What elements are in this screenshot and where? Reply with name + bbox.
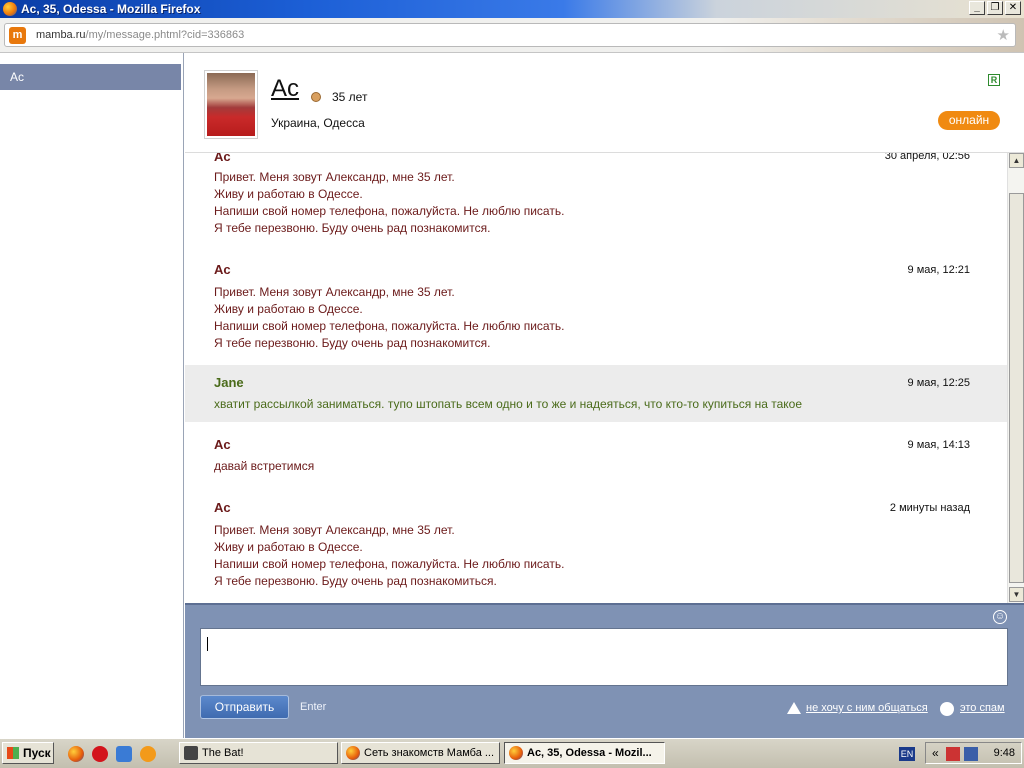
bookmark-star-icon[interactable]: ★ (997, 26, 1010, 44)
scroll-up-icon[interactable]: ▲ (1009, 153, 1024, 168)
firefox-icon (346, 746, 360, 760)
report-spam-link[interactable]: это спам (960, 702, 1005, 714)
url-path: /my/message.phtml?cid=336863 (85, 29, 245, 41)
contacts-sidebar: Ac (0, 53, 184, 738)
firefox-icon (3, 2, 17, 16)
message-item: Ac 2 минуты назад Привет. Меня зовут Але… (185, 495, 1007, 601)
scroll-thumb[interactable] (1009, 193, 1024, 583)
minimize-button[interactable]: _ (969, 1, 985, 15)
send-button[interactable]: Отправить (200, 695, 289, 719)
task-label: Ac, 35, Odessa - Mozil... (527, 747, 652, 759)
warning-icon (787, 702, 801, 714)
message-author: Ac (214, 500, 231, 515)
restore-button[interactable]: ❐ (987, 1, 1003, 15)
message-author: Ac (214, 262, 231, 277)
clock: 9:48 (993, 747, 1015, 759)
profile-location: Украина, Одесса (271, 116, 365, 130)
block-user-link[interactable]: не хочу с ним общаться (806, 702, 928, 714)
system-tray: « 9:48 (925, 742, 1022, 764)
enter-hint: Enter (300, 701, 327, 713)
message-list: Ac 30 апреля, 02:56 Привет. Меня зовут А… (185, 153, 1007, 603)
message-item: Jane 9 мая, 12:25 хватит рассылкой заним… (185, 365, 1007, 422)
task-mamba[interactable]: Сеть знакомств Мамба ... (341, 742, 500, 764)
tray-expand-icon[interactable]: « (932, 746, 939, 760)
network-tray-icon[interactable] (964, 747, 978, 761)
real-photo-badge: R (988, 74, 1000, 86)
message-text: хватит рассылкой заниматься. тупо штопат… (214, 397, 803, 411)
message-author: Ac (214, 153, 231, 164)
windows-logo-icon (7, 747, 19, 759)
message-author: Ac (214, 437, 231, 452)
scroll-down-icon[interactable]: ▼ (1009, 587, 1024, 602)
message-composer: ☺ Отправить Enter не хочу с ним общаться… (185, 603, 1024, 738)
message-item: Ac 9 мая, 12:21 Привет. Меня зовут Алекс… (185, 257, 1007, 363)
profile-age: 35 лет (332, 90, 368, 104)
opera-quicklaunch-icon[interactable] (92, 746, 108, 762)
zodiac-icon (311, 92, 321, 102)
window-controls: _ ❐ ✕ (969, 1, 1021, 15)
message-text: давай встретимся (214, 459, 315, 473)
task-firefox-active[interactable]: Ac, 35, Odessa - Mozil... (504, 742, 665, 764)
task-the-bat[interactable]: The Bat! (179, 742, 338, 764)
site-favicon-icon: m (9, 26, 26, 44)
taskbar: Пуск The Bat! Сеть знакомств Мамба ... A… (0, 738, 1024, 768)
message-scrollbar[interactable]: ▲ ▼ (1007, 153, 1024, 603)
language-indicator[interactable]: EN (899, 747, 915, 761)
message-time: 9 мая, 12:21 (907, 264, 970, 276)
online-status-badge: онлайн (938, 111, 1000, 130)
smiley-icon[interactable]: ☺ (993, 610, 1007, 624)
profile-name-link[interactable]: Ac (271, 75, 299, 103)
app-quicklaunch-icon[interactable] (140, 746, 156, 762)
message-item: Ac 9 мая, 14:13 давай встретимся (185, 432, 1007, 482)
window-titlebar: Ac, 35, Odessa - Mozilla Firefox _ ❐ ✕ (0, 0, 1024, 18)
message-time: 9 мая, 12:25 (907, 377, 970, 389)
address-bar: m mamba.ru/my/message.phtml?cid=336863 ★ (0, 18, 1024, 53)
security-tray-icon[interactable] (946, 747, 960, 761)
message-time: 9 мая, 14:13 (907, 439, 970, 451)
message-item: Ac 30 апреля, 02:56 Привет. Меня зовут А… (185, 153, 1007, 247)
close-button[interactable]: ✕ (1005, 1, 1021, 15)
start-button[interactable]: Пуск (2, 742, 54, 764)
profile-header: Ac 35 лет Украина, Одесса R онлайн (185, 53, 1024, 153)
sidebar-item-ac[interactable]: Ac (0, 64, 181, 90)
task-label: Сеть знакомств Мамба ... (364, 747, 495, 759)
url-host: mamba.ru (36, 29, 86, 41)
text-caret (207, 637, 208, 651)
firefox-icon (509, 746, 523, 760)
message-text: Привет. Меня зовут Александр, мне 35 лет… (214, 523, 565, 588)
bat-icon (184, 746, 198, 760)
message-time: 30 апреля, 02:56 (884, 153, 970, 162)
avatar[interactable] (205, 71, 257, 138)
message-text: Привет. Меня зовут Александр, мне 35 лет… (214, 285, 565, 350)
task-label: The Bat! (202, 747, 244, 759)
url-field[interactable]: m mamba.ru/my/message.phtml?cid=336863 ★ (4, 23, 1016, 47)
message-time: 2 минуты назад (889, 502, 970, 514)
window-title: Ac, 35, Odessa - Mozilla Firefox (21, 2, 201, 16)
message-input[interactable] (200, 628, 1008, 686)
message-text: Привет. Меня зовут Александр, мне 35 лет… (214, 170, 565, 235)
spam-icon (940, 702, 954, 716)
explorer-quicklaunch-icon[interactable] (116, 746, 132, 762)
start-label: Пуск (23, 746, 51, 760)
message-author: Jane (214, 375, 244, 390)
firefox-quicklaunch-icon[interactable] (68, 746, 84, 762)
